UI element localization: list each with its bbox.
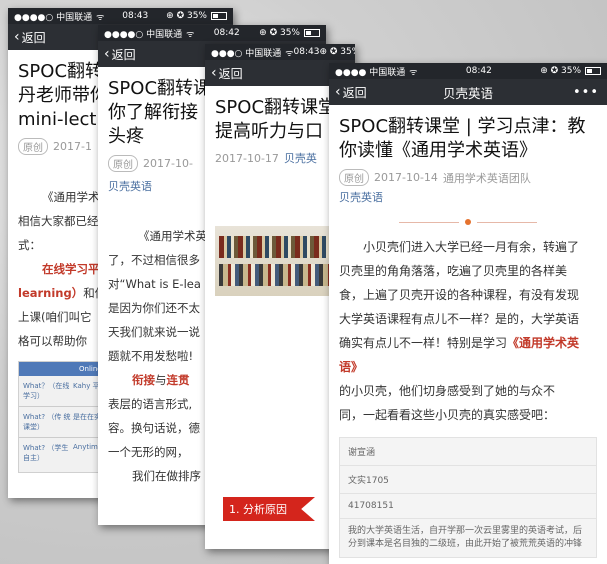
title-line: 提高听力与口 [215,121,323,142]
card-row: 谢宣涵 [340,438,596,466]
article-meta: 原创 2017-10-14 通用学术英语团队 [339,169,597,186]
clock: 08:42 [213,28,240,38]
wifi-icon: ᯤ [285,48,294,59]
article-date: 2017-10-14 [374,171,438,184]
original-tag: 原创 [339,169,369,186]
back-label: 返回 [218,66,243,81]
chevron-left-icon: ‹ [14,29,20,45]
article: SPOC翻转课堂 | 学习点津：教 你读懂《通用学术英语》 原创 2017-10… [329,105,607,558]
section-banner: 1. 分析原因 [223,497,315,521]
table-cell: What？（在线 学习） [23,382,70,400]
clock: 08:43 [293,47,320,57]
battery-text: ⊕ ✪ 35% [259,28,300,38]
paragraph: 同，一起看看这些小贝壳的真实感受吧： [339,408,556,422]
connector: 与 [155,373,167,387]
author-name[interactable]: 贝壳英语 [108,178,152,194]
chevron-left-icon: ‹ [335,84,341,100]
paragraph: 贝壳里的角角落落，吃遍了贝壳里的各样美 [339,264,568,278]
battery-icon [585,67,601,75]
table-cell: What? （学生 自主） [23,444,69,462]
author-link[interactable]: 贝壳英语 [339,189,597,205]
table-cell: What? （传 统课堂） [23,413,71,431]
back-label: 返回 [111,47,136,62]
back-button[interactable]: ‹ 返回 [14,29,46,46]
article-meta: 2017-10-17 贝壳英 [215,150,345,166]
highlight-text: 衔接 [132,373,155,387]
paragraph: 食，上遍了贝壳开设的各种课程，有没有发现 [339,288,580,302]
card-row: 文实1705 [340,466,596,494]
status-bar: ●●●● 中国联通 ᯤ 08:42 ⊕ ✪ 35% [329,63,607,79]
wifi-icon: ᯤ [186,29,195,40]
article-title: SPOC翻转课堂 | 学习点津：教 你读懂《通用学术英语》 [339,115,597,163]
nav-title: 贝壳英语 [442,85,493,101]
divider-ornament [339,219,597,225]
wifi-icon: ᯤ [409,67,418,78]
divider-line [399,221,459,223]
battery-icon [303,29,320,37]
card-body: 我的大学英语生活，自开学那一次云里雾里的英语考试，后分到课本是名目独的二级班，由… [348,526,583,549]
title-line: SPOC翻转课堂 | 学习点津：教 [339,116,586,137]
title-line: SPOC翻转课堂 [215,97,337,118]
highlight-text: learning） [18,286,84,300]
carrier-label: ●●●●○ 中国联通 [14,12,93,23]
card-row: 41708151 [340,494,596,519]
title-line: 你读懂《通用学术英语》 [339,140,537,161]
author-name[interactable]: 贝壳英语 [339,189,383,205]
highlight-text: 连贯 [166,373,190,387]
status-bar: ●●●●○ 中国联通 ᯤ 08:42 ⊕ ✪ 35% [98,25,326,41]
chevron-left-icon: ‹ [104,46,110,62]
back-button[interactable]: ‹ 返回 [335,84,367,101]
paragraph: 大学英语课程有点儿不一样？是的，大学英语 [339,312,580,326]
article-date: 2017-10- [143,157,193,170]
back-label: 返回 [21,30,46,45]
author-name[interactable]: 贝壳英 [284,150,317,166]
article-title: SPOC翻转课堂 提高听力与口 [215,96,345,144]
paragraph: 的小贝壳，他们切身感受到了她的与众不 [339,384,556,398]
team-name: 通用学术英语团队 [442,171,531,185]
quote-card: 谢宣涵 文实1705 41708151 我的大学英语生活，自开学那一次云里雾里的… [339,437,597,558]
back-label: 返回 [342,85,367,100]
wifi-icon: ᯤ [96,12,105,23]
carrier-label: ●●●●○ 中国联通 [104,29,183,40]
battery-text: ⊕ ✪ 35% [319,47,355,57]
clock: 08:43 [122,11,149,21]
chevron-left-icon: ‹ [211,65,217,81]
battery-text: ⊕ ✪ 35% [166,11,207,21]
battery-icon [210,12,227,20]
status-bar: ●●●○ 中国联通ᯤ 08:43 ⊕ ✪ 35% [205,44,355,60]
paragraph: 确实有点儿不一样！特别是学习 [339,336,508,350]
status-bar: ●●●●○ 中国联通 ᯤ 08:43 ⊕ ✪ 35% [8,8,233,24]
battery-text: ⊕ ✪ 35% [540,66,581,76]
bookshelf-image [215,226,345,296]
article-date: 2017-1 [53,140,92,153]
clock: 08:42 [465,66,492,76]
dot-icon [465,219,471,225]
nav-bar: ‹ 返回 贝壳英语 ••• [329,79,607,105]
paragraph: 小贝壳们进入大学已经一月有余，转遍了 [363,240,580,254]
back-button[interactable]: ‹ 返回 [211,65,243,82]
article-date: 2017-10-17 [215,151,279,165]
carrier-label: ●●●○ 中国联通 [211,48,282,59]
original-tag: 原创 [108,155,138,172]
divider-line [477,221,537,223]
original-tag: 原创 [18,138,48,155]
back-button[interactable]: ‹ 返回 [104,46,136,63]
carrier-label: ●●●● 中国联通 [335,67,406,78]
phone-screenshot-4: ●●●● 中国联通 ᯤ 08:42 ⊕ ✪ 35% ‹ 返回 贝壳英语 ••• SP… [329,63,607,564]
more-icon[interactable]: ••• [573,85,599,100]
